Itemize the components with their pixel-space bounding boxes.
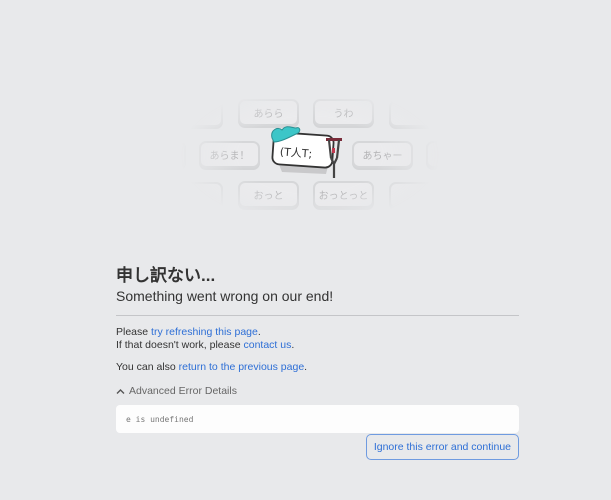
key: あらま！ (199, 141, 260, 168)
advanced-details-label: Advanced Error Details (129, 385, 237, 397)
divider (116, 315, 519, 316)
key-partial (185, 182, 223, 209)
previous-page-link[interactable]: return to the previous page (179, 361, 305, 373)
text: If that doesn't work, please (116, 339, 244, 351)
error-title: 申し訳ない... (116, 266, 216, 285)
ignore-error-button[interactable]: Ignore this error and continue (365, 434, 519, 460)
error-message-box: e is undefined (116, 405, 519, 433)
contact-link[interactable]: contact us (244, 339, 292, 351)
refresh-line: Please try refreshing this page. (116, 326, 519, 339)
text: . (304, 361, 308, 373)
text: You can also (116, 361, 179, 373)
chevron-up-icon (116, 388, 125, 394)
key: うわ (313, 99, 374, 126)
key-partial (389, 100, 434, 127)
key: おっと (238, 181, 299, 208)
key-partial (389, 182, 434, 209)
error-panel: 申し訳ない... Something went wrong on our end… (116, 266, 519, 460)
key: おっとっと (313, 181, 374, 208)
mascot-face: (T人T; (279, 145, 312, 160)
previous-line: You can also return to the previous page… (116, 361, 519, 374)
key-partial (426, 141, 446, 168)
refresh-link[interactable]: try refreshing this page (151, 326, 258, 338)
key: あらら (238, 99, 299, 126)
text: . (291, 339, 295, 351)
advanced-details-toggle[interactable]: Advanced Error Details (116, 385, 519, 397)
mascot-key-icon: (T人T; (268, 124, 348, 185)
text: Please (116, 326, 152, 338)
key-partial (170, 141, 186, 168)
key-partial (185, 100, 223, 127)
text: . (257, 326, 261, 338)
error-subtitle: Something went wrong on our end! (116, 288, 334, 304)
contact-line: If that doesn't work, please contact us. (116, 339, 519, 352)
key: あちゃー (352, 141, 413, 168)
